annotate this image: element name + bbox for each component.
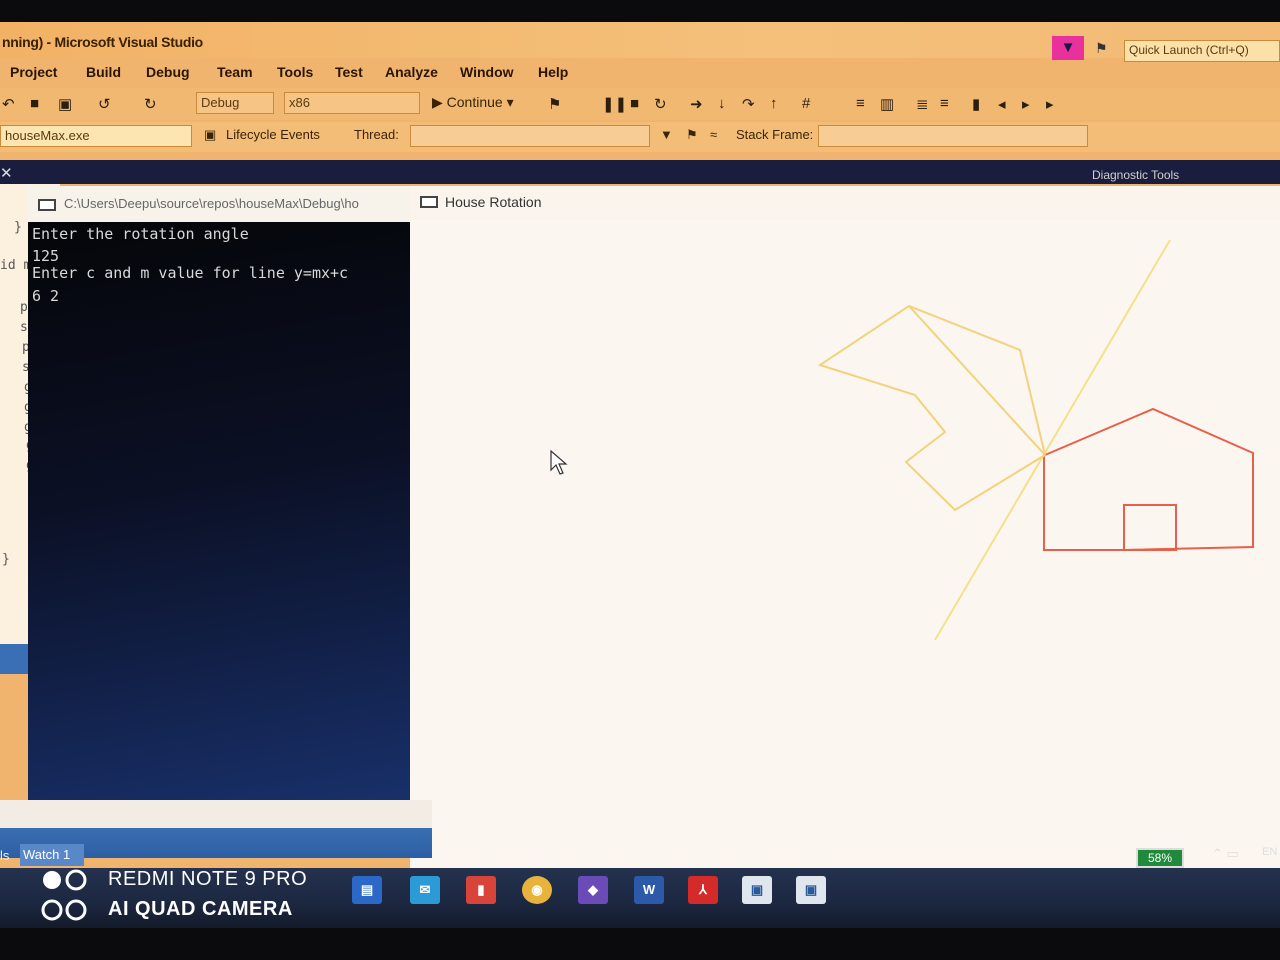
clear-bookmark-icon[interactable]: ▸ (1046, 95, 1054, 113)
show-threads-icon[interactable]: ≈ (710, 127, 717, 142)
watermark-line-2: AI QUAD CAMERA (108, 898, 293, 920)
show-next-statement-icon[interactable]: ➜ (690, 95, 703, 113)
diagnostic-tools-tab[interactable]: Diagnostic Tools (1092, 168, 1179, 182)
console-line: Enter c and m value for line y=mx+c (32, 264, 349, 282)
house-rotation-drawing (817, 239, 1254, 641)
console-output[interactable] (28, 222, 428, 800)
process-select[interactable]: houseMax.exe (0, 125, 192, 147)
stack-icon[interactable]: ▥ (880, 95, 894, 113)
redo-icon[interactable]: ↻ (144, 95, 157, 113)
comment-icon[interactable]: ≣ (916, 95, 929, 113)
flag-thread-icon[interactable]: ⚑ (686, 127, 698, 143)
thread-select[interactable] (410, 125, 650, 147)
graphics-window-title: House Rotation (445, 194, 542, 210)
window-title: nning) - Microsoft Visual Studio (2, 34, 203, 50)
play-icon: ▶ (432, 94, 447, 110)
undo-icon[interactable]: ↺ (98, 95, 111, 113)
console-title: C:\Users\Deepu\source\repos\houseMax\Deb… (64, 196, 359, 211)
config-select[interactable]: Debug (196, 92, 274, 114)
save-all-icon[interactable]: ▣ (58, 95, 72, 113)
console-app-icon (38, 199, 56, 211)
stack-frame-select[interactable] (818, 125, 1088, 147)
restart-icon[interactable]: ↻ (654, 95, 667, 113)
window-icon[interactable]: ▣ (742, 876, 772, 904)
locals-tab[interactable]: ls (0, 848, 9, 863)
mouse-cursor-icon (550, 449, 568, 481)
save-icon[interactable]: ■ (30, 95, 39, 112)
standard-toolbar (0, 88, 1280, 120)
continue-button[interactable]: ▶ Continue ▾ (432, 94, 514, 111)
rotated-house (817, 304, 1046, 512)
menu-analyze[interactable]: Analyze (385, 64, 438, 80)
next-bookmark-icon[interactable]: ▸ (1022, 95, 1030, 113)
rotated-house-roof (908, 305, 1046, 456)
hex-icon[interactable]: # (802, 95, 810, 112)
watermark-line-1: REDMI NOTE 9 PRO (108, 868, 308, 890)
pause-icon[interactable]: ❚❚ (602, 95, 627, 113)
stack-frame-label: Stack Frame: (736, 127, 814, 142)
document-tab-bar (0, 160, 1280, 184)
window-icon[interactable]: ▣ (796, 876, 826, 904)
menu-bar (0, 60, 1280, 86)
hot-reload-icon[interactable]: ⚑ (548, 95, 561, 113)
menu-help[interactable]: Help (538, 64, 568, 80)
menu-window[interactable]: Window (460, 64, 514, 80)
account-icon[interactable]: ⚑ (1095, 40, 1108, 57)
graphics-canvas[interactable] (410, 220, 1280, 880)
reflection-line (934, 239, 1171, 641)
menu-test[interactable]: Test (335, 64, 363, 80)
camera-logo-icon (40, 866, 94, 935)
chrome-icon[interactable]: ◉ (522, 876, 552, 904)
quick-launch-input[interactable]: Quick Launch (Ctrl+Q) (1124, 40, 1280, 62)
word-icon[interactable]: W (634, 876, 664, 904)
stop-icon[interactable]: ■ (630, 95, 639, 112)
code-line: id m (0, 258, 32, 273)
bookmark-icon[interactable]: ▮ (972, 95, 980, 113)
menu-project[interactable]: Project (10, 64, 57, 80)
lifecycle-events-dropdown[interactable]: Lifecycle Events (226, 127, 320, 142)
filter-icon[interactable]: ▼ (1052, 36, 1084, 60)
graphics-app-icon (420, 196, 438, 208)
watch-tab[interactable]: Watch 1 (20, 844, 84, 866)
app-red-icon[interactable]: ▮ (466, 876, 496, 904)
close-icon[interactable]: ✕ (0, 164, 13, 182)
prev-bookmark-icon[interactable]: ◂ (998, 95, 1006, 113)
battery-indicator[interactable]: 58% (1136, 848, 1184, 868)
uncomment-icon[interactable]: ≡ (940, 95, 949, 112)
acrobat-icon[interactable]: ⅄ (688, 876, 718, 904)
filter-thread-icon[interactable]: ▼ (660, 127, 673, 142)
console-line: 125 (32, 247, 60, 265)
menu-team[interactable]: Team (217, 64, 253, 80)
thread-label: Thread: (354, 127, 399, 142)
screen: nning) - Microsoft Visual Studio ▼ ⚑ Qui… (0, 0, 1280, 960)
original-house (1043, 407, 1254, 552)
mail-icon[interactable]: ✉ (410, 876, 440, 904)
tray-chevron-icon[interactable]: ⌃ ▭ (1212, 846, 1239, 862)
step-over-icon[interactable]: ↷ (742, 95, 755, 113)
continue-label: Continue (446, 94, 503, 110)
console-line: 6 2 (32, 287, 60, 305)
lifecycle-icon: ▣ (204, 127, 217, 142)
menu-tools[interactable]: Tools (277, 64, 313, 80)
thread-icon[interactable]: ≡ (856, 95, 865, 112)
code-line: } (14, 220, 22, 235)
console-line: Enter the rotation angle (32, 225, 249, 243)
visual-studio-icon[interactable]: ◆ (578, 876, 608, 904)
store-icon[interactable]: ▤ (352, 876, 382, 904)
language-indicator[interactable]: EN (1262, 846, 1277, 858)
navigate-icon[interactable]: ↶ (2, 95, 15, 113)
platform-select[interactable]: x86 (284, 92, 420, 114)
step-out-icon[interactable]: ↑ (770, 95, 778, 112)
menu-debug[interactable]: Debug (146, 64, 190, 80)
code-line: } (2, 552, 10, 567)
output-panel (0, 800, 432, 830)
menu-build[interactable]: Build (86, 64, 121, 80)
step-into-icon[interactable]: ↓ (718, 95, 726, 112)
